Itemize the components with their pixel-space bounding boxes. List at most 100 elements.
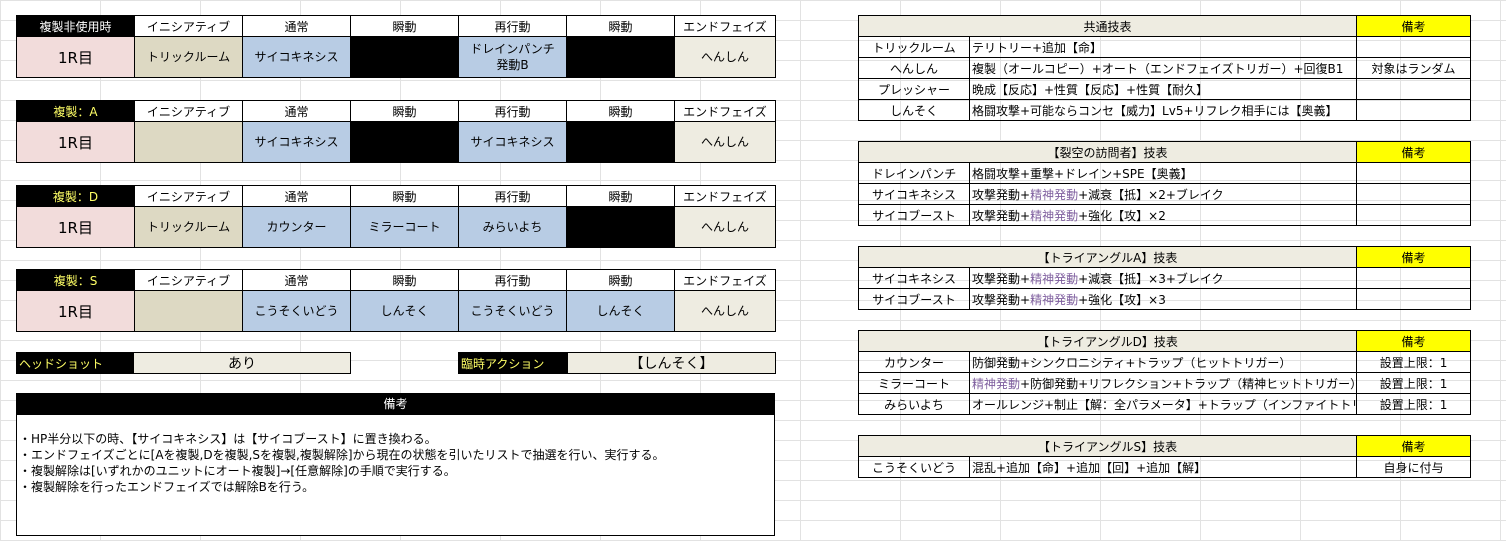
notes-panel: 備考 ・HP半分以下の時、【サイコキネシス】は【サイコブースト】に置き換わる。・…	[16, 393, 775, 536]
skill-desc-segment: 精神発動	[1030, 271, 1079, 286]
skill-note-header: 備考	[1356, 435, 1472, 457]
skill-desc: オールレンジ+制止【解：全パラメータ】+トラップ（インファイトトリガー）	[968, 393, 1358, 415]
skill-desc-segment: 混乱+追加【命】+追加【回】+追加【解】	[972, 460, 1207, 475]
skill-note: 自身に付与	[1356, 456, 1472, 478]
skill-name: みらいよち	[858, 393, 970, 415]
action-cell[interactable]	[350, 121, 459, 163]
skill-table: 【トライアングルD】技表 備考 カウンター 防御発動+シンクロニシティ+トラップ（ヒッ…	[857, 330, 1472, 415]
action-cell[interactable]	[566, 206, 675, 248]
round-label: 1R目	[16, 36, 135, 78]
action-cell[interactable]	[566, 121, 675, 163]
skill-name: カウンター	[858, 351, 970, 373]
phase-header: 瞬動	[566, 15, 675, 37]
action-cell[interactable]	[134, 290, 243, 332]
phase-header: 瞬動	[566, 185, 675, 207]
skill-note-header: 備考	[1356, 330, 1472, 352]
skill-note	[1356, 288, 1472, 310]
round-label: 1R目	[16, 121, 135, 163]
phase-header: 瞬動	[350, 185, 459, 207]
skill-desc: 晩成【反応】+性質【反応】+性質【耐久】	[968, 78, 1358, 100]
note-line: ・複製解除は[いずれかのユニットにオート複製]→[任意解除]の手順で実行する。	[19, 464, 456, 478]
skill-desc: 攻撃発動+精神発動+減衰【抵】×3+ブレイク	[968, 267, 1358, 289]
phase-header: 瞬動	[566, 100, 675, 122]
skill-desc-segment: オールレンジ+制止【解：全パラメータ】+トラップ（インファイトトリガー）	[972, 397, 1356, 412]
temp-action-row: 臨時アクション 【しんそく】	[458, 352, 776, 374]
skill-note: 設置上限：1	[1356, 393, 1472, 415]
skill-desc-segment: 攻撃発動+	[972, 187, 1031, 202]
skill-name: ドレインパンチ	[858, 162, 970, 184]
skill-desc: 攻撃発動+精神発動+強化【攻】×2	[968, 204, 1358, 226]
skill-desc-segment: +防御発動+リフレクション+トラップ（精神ヒットトリガー）	[1020, 376, 1357, 391]
phase-header: 通常	[242, 185, 351, 207]
skill-desc: 複製（オールコピー）+オート（エンドフェイズトリガー）+回復B1	[968, 57, 1358, 79]
skill-desc-segment: +減衰【抵】×3+ブレイク	[1078, 271, 1224, 286]
notes-body: ・HP半分以下の時、【サイコキネシス】は【サイコブースト】に置き換わる。 ・エンド…	[16, 415, 775, 536]
phase-header: イニシアティブ	[134, 100, 243, 122]
action-cell[interactable]	[134, 121, 243, 163]
action-cell[interactable]: ドレインパンチ 発動B	[458, 36, 567, 78]
action-cell[interactable]: カウンター	[242, 206, 351, 248]
skill-table-title: 共通技表	[857, 15, 1358, 37]
skill-desc-segment: +強化【攻】×3	[1078, 292, 1166, 307]
action-cell[interactable]: こうそくいどう	[242, 290, 351, 332]
skill-note-header: 備考	[1356, 141, 1472, 163]
skill-name: ミラーコート	[858, 372, 970, 394]
skill-desc-segment: 攻撃発動+	[972, 292, 1031, 307]
action-cell[interactable]: へんしん	[674, 36, 776, 78]
skill-desc-segment: 精神発動	[1030, 292, 1079, 307]
skill-desc-segment: 攻撃発動+	[972, 271, 1031, 286]
skill-note-header: 備考	[1356, 15, 1472, 37]
action-cell[interactable]: みらいよち	[458, 206, 567, 248]
skill-desc: 攻撃発動+精神発動+強化【攻】×3	[968, 288, 1358, 310]
skill-desc: 混乱+追加【命】+追加【回】+追加【解】	[968, 456, 1358, 478]
action-cell[interactable]: トリックルーム	[134, 36, 243, 78]
skill-table-title: 【裂空の訪問者】技表	[857, 141, 1358, 163]
skill-desc: 精神発動+防御発動+リフレクション+トラップ（精神ヒットトリガー）	[968, 372, 1358, 394]
skill-note	[1356, 99, 1472, 121]
action-cell[interactable]: こうそくいどう	[458, 290, 567, 332]
skill-desc: 攻撃発動+精神発動+減衰【抵】×2+ブレイク	[968, 183, 1358, 205]
action-cell[interactable]: へんしん	[674, 290, 776, 332]
round-label: 1R目	[16, 206, 135, 248]
action-cell[interactable]: サイコキネシス	[242, 121, 351, 163]
notes-title: 備考	[16, 393, 775, 415]
action-cell[interactable]: へんしん	[674, 206, 776, 248]
phase-header: イニシアティブ	[134, 185, 243, 207]
headshot-value[interactable]: あり	[133, 352, 351, 374]
action-cell[interactable]: ミラーコート	[350, 206, 459, 248]
round-table: 複製：D イニシアティブ 通常 瞬動 再行動 瞬動 エンドフェイズ 1R目 トリックルーム カウン…	[16, 185, 776, 248]
action-cell[interactable]: しんそく	[350, 290, 459, 332]
round-table: 複製：A イニシアティブ 通常 瞬動 再行動 瞬動 エンドフェイズ 1R目 サイコキネシス サイコ…	[16, 100, 776, 163]
phase-header: 再行動	[458, 185, 567, 207]
temp-action-label: 臨時アクション	[458, 352, 568, 374]
skill-desc-segment: テリトリー+追加【命】	[972, 40, 1103, 55]
action-cell[interactable]	[350, 36, 459, 78]
skill-name: トリックルーム	[858, 36, 970, 58]
round-title: 複製：S	[16, 269, 135, 291]
action-cell[interactable]	[566, 36, 675, 78]
action-cell[interactable]: サイコキネシス	[242, 36, 351, 78]
round-table: 複製：S イニシアティブ 通常 瞬動 再行動 瞬動 エンドフェイズ 1R目 こうそくいどう しんそ…	[16, 269, 776, 332]
skill-name: サイコブースト	[858, 204, 970, 226]
phase-header: 再行動	[458, 269, 567, 291]
note-line: ・HP半分以下の時、【サイコキネシス】は【サイコブースト】に置き換わる。	[19, 432, 437, 446]
phase-header: エンドフェイズ	[674, 185, 776, 207]
skill-table: 【トライアングルA】技表 備考 サイコキネシス 攻撃発動+精神発動+減衰【抵】×3+ブ…	[857, 246, 1472, 310]
skill-name: プレッシャー	[858, 78, 970, 100]
phase-header: 瞬動	[350, 269, 459, 291]
phase-header: 瞬動	[350, 100, 459, 122]
temp-action-value[interactable]: 【しんそく】	[567, 352, 776, 374]
action-cell[interactable]: しんそく	[566, 290, 675, 332]
skill-table-title: 【トライアングルA】技表	[857, 246, 1358, 268]
skill-table-title: 【トライアングルS】技表	[857, 435, 1358, 457]
skill-desc-segment: 精神発動	[972, 376, 1021, 391]
phase-header: 通常	[242, 15, 351, 37]
action-cell[interactable]: へんしん	[674, 121, 776, 163]
action-cell[interactable]: サイコキネシス	[458, 121, 567, 163]
skill-desc-segment: 晩成【反応】+性質【反応】+性質【耐久】	[972, 82, 1209, 97]
action-cell[interactable]: トリックルーム	[134, 206, 243, 248]
note-line: ・複製解除を行ったエンドフェイズでは解除Bを行う。	[19, 480, 315, 494]
skill-name: サイコキネシス	[858, 183, 970, 205]
skill-desc: 格闘攻撃+可能ならコンセ【威力】Lv5+リフレク相手には【奥義】	[968, 99, 1358, 121]
phase-header: イニシアティブ	[134, 269, 243, 291]
